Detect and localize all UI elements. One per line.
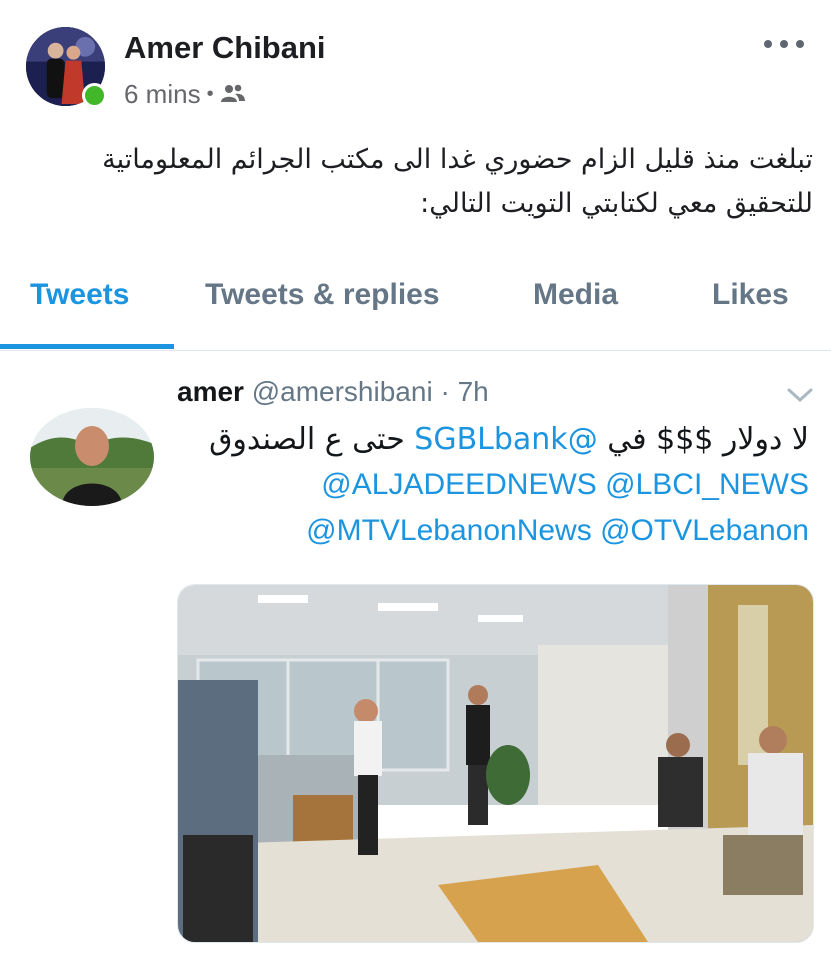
tweet-author-avatar[interactable] [30, 408, 154, 506]
tab-media[interactable]: Media [533, 278, 618, 312]
tab-likes[interactable]: Likes [712, 278, 789, 312]
friends-icon[interactable] [220, 79, 246, 110]
mention-link[interactable]: @MTVLebanonNews [306, 514, 592, 547]
active-tab-indicator [0, 344, 174, 349]
mention-link[interactable]: @OTVLebanon [600, 514, 809, 547]
mention-link[interactable]: @LBCI_NEWS [605, 468, 809, 501]
mention-link[interactable]: @SGBLbank [414, 422, 597, 457]
online-status-indicator [82, 83, 107, 108]
author-name[interactable]: Amer Chibani [124, 30, 326, 66]
more-options-icon[interactable] [764, 34, 804, 54]
post-body-line: تبلغت منذ قليل الزام حضوري غدا الى مكتب … [102, 144, 813, 175]
tweet-author-name[interactable]: amer [177, 376, 244, 407]
post-time[interactable]: 6 mins [124, 79, 201, 110]
tab-tweets[interactable]: Tweets [30, 278, 129, 312]
post-body-line: للتحقيق معي لكتابتي التويت التالي: [420, 188, 813, 219]
meta-separator: • [206, 83, 214, 105]
mention-link[interactable]: @ALJADEEDNEWS [321, 468, 597, 501]
chevron-down-icon[interactable] [786, 386, 814, 404]
tweet-text: لا دولار $$$ في [597, 422, 809, 457]
tweet-text: حتى ع الصندوق [209, 422, 415, 457]
post-meta: 6 mins • [124, 79, 246, 110]
tweet-author-handle[interactable]: @amershibani [252, 376, 433, 407]
tweet-text-line: لا دولار $$$ في @SGBLbank حتى ع الصندوق [209, 422, 809, 457]
tweet-time[interactable]: 7h [458, 376, 489, 407]
tweet-mentions-line: @MTVLebanonNews @OTVLebanon [306, 514, 809, 548]
tweet-mentions-line: @ALJADEEDNEWS @LBCI_NEWS [321, 468, 809, 502]
tweet-separator: · [440, 376, 450, 407]
tab-tweets-and-replies[interactable]: Tweets & replies [205, 278, 440, 312]
post-body: تبلغت منذ قليل الزام حضوري غدا الى مكتب … [13, 138, 813, 226]
profile-tabs: Tweets Tweets & replies Media Likes [0, 270, 831, 351]
tweet-photo[interactable] [177, 584, 814, 943]
tweet-header: amer @amershibani · 7h [177, 376, 489, 408]
